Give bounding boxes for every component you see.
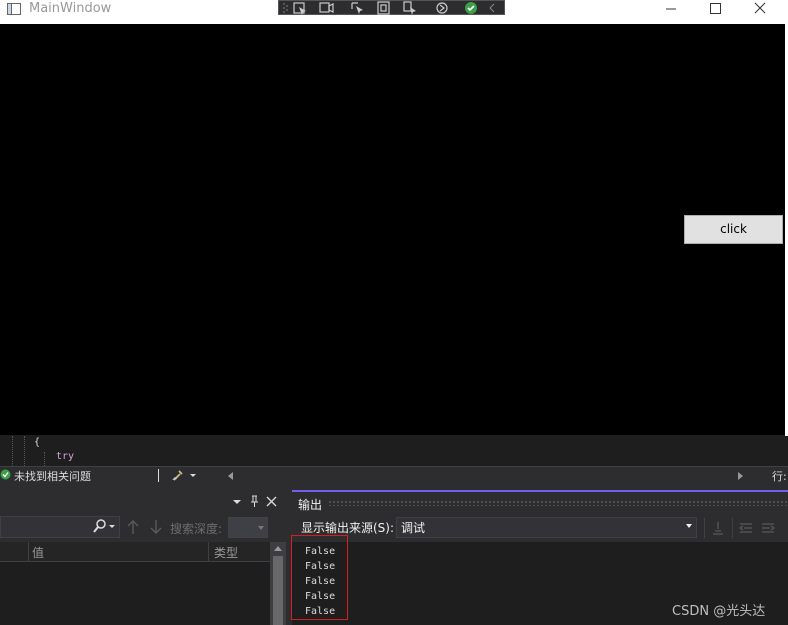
display-adorner-icon[interactable] <box>401 1 419 15</box>
pin-icon[interactable] <box>249 495 260 507</box>
search-icon[interactable] <box>92 519 118 533</box>
next-message-icon[interactable] <box>760 520 776 536</box>
click-button[interactable]: click <box>684 215 783 244</box>
window-client-area <box>0 24 785 435</box>
scroll-up-icon[interactable] <box>274 546 282 551</box>
hot-reload-icon[interactable] <box>433 1 451 15</box>
search-depth-select[interactable] <box>228 517 268 538</box>
track-focus-icon[interactable] <box>462 1 480 15</box>
find-message-icon[interactable] <box>710 520 726 536</box>
output-source-value: 调试 <box>401 521 426 535</box>
issues-status[interactable]: 未找到相关问题 <box>14 468 91 484</box>
divider <box>704 518 705 538</box>
pointer-icon[interactable] <box>349 1 367 15</box>
watermark: CSDN @光头达 <box>672 604 766 619</box>
locals-panel-header <box>0 490 286 512</box>
scroll-thumb[interactable] <box>273 556 283 625</box>
horizontal-scrollbar[interactable] <box>226 469 750 482</box>
line-indicator: 行: <box>772 470 787 483</box>
select-element-icon[interactable] <box>291 1 309 15</box>
highlight-annotation-box <box>291 535 348 620</box>
divider <box>158 469 159 482</box>
window-title: MainWindow <box>29 1 112 16</box>
search-depth-label: 搜索深度: <box>170 522 223 536</box>
chevron-down-icon[interactable] <box>232 498 242 506</box>
window-app-icon <box>7 3 21 15</box>
divider <box>732 518 733 538</box>
output-source-select[interactable] <box>396 517 697 538</box>
chevron-down-icon <box>686 524 692 528</box>
arrow-up-icon[interactable] <box>126 519 140 535</box>
record-icon[interactable] <box>317 1 335 15</box>
arrow-down-icon[interactable] <box>149 519 163 535</box>
output-panel-title: 输出 <box>298 498 323 512</box>
rectangle-icon[interactable] <box>375 1 393 15</box>
column-header-type[interactable]: 类型 <box>214 544 238 561</box>
panel-grip[interactable] <box>328 500 788 506</box>
runtime-debug-toolbar <box>278 0 505 15</box>
brush-dropdown-icon[interactable] <box>170 468 198 482</box>
check-circle-icon <box>0 469 11 480</box>
scroll-left-icon[interactable] <box>228 472 233 480</box>
minimize-button[interactable] <box>648 0 694 17</box>
code-editor[interactable]: { try <box>0 436 788 466</box>
editor-status-bar: 未找到相关问题 行: <box>0 466 788 484</box>
code-line-try: try <box>56 451 75 462</box>
output-source-label: 显示输出来源(S): <box>301 521 395 535</box>
close-button[interactable] <box>737 0 783 17</box>
toolbar-grip-icon <box>283 3 288 13</box>
collapse-icon[interactable] <box>486 1 498 15</box>
maximize-button[interactable] <box>692 0 738 17</box>
scroll-right-icon[interactable] <box>738 472 743 480</box>
previous-message-icon[interactable] <box>738 520 754 536</box>
chevron-down-icon <box>258 526 264 530</box>
code-line-brace: { <box>34 437 41 448</box>
locals-vertical-scrollbar[interactable] <box>270 542 286 625</box>
column-header-value[interactable]: 值 <box>32 544 44 561</box>
close-icon[interactable] <box>266 496 277 507</box>
